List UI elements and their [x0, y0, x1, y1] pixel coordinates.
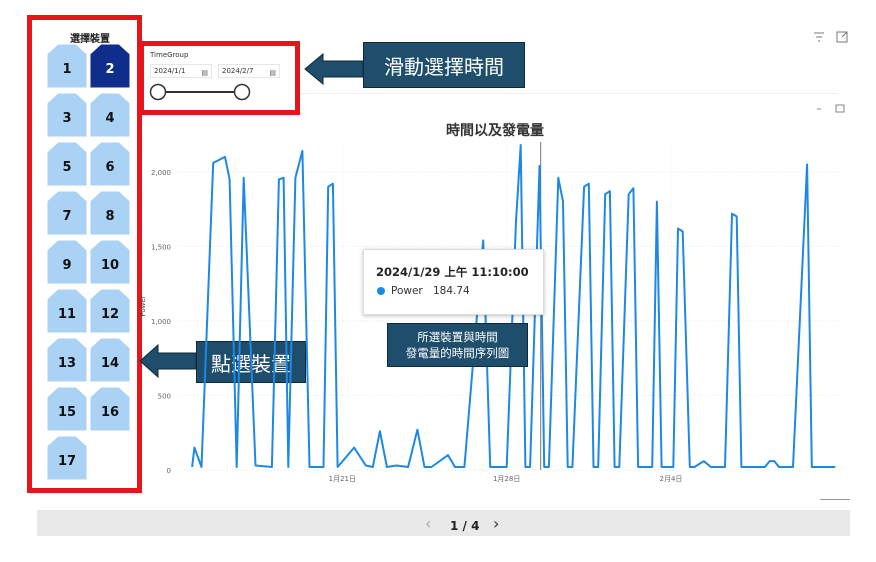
device-button-label: 6 [105, 159, 115, 175]
device-button-14[interactable]: 14 [89, 337, 131, 383]
device-button-13[interactable]: 13 [46, 337, 88, 383]
tooltip-title: 2024/1/29 上午 11:10:00 [376, 265, 529, 279]
filter-icon[interactable] [812, 30, 826, 44]
callout-slide-time: 滑動選擇時間 [363, 42, 525, 88]
callout-chart-desc-line1: 所選裝置與時間 [417, 330, 498, 344]
device-button-6[interactable]: 6 [89, 141, 131, 187]
device-button-label: 4 [105, 110, 115, 126]
device-button-12[interactable]: 12 [89, 288, 131, 334]
y-tick-label: 0 [167, 467, 171, 475]
arrow-left-icon [304, 52, 364, 86]
device-button-label: 13 [57, 355, 77, 371]
device-button-11[interactable]: 11 [46, 288, 88, 334]
device-button-label: 7 [62, 208, 72, 224]
page-indicator: 1 / 4 [450, 519, 480, 533]
y-tick-label: 2,000 [151, 169, 171, 177]
start-date-input[interactable]: 2024/1/1 ▤ [150, 64, 212, 78]
device-button-16[interactable]: 16 [89, 386, 131, 432]
timegroup-label: TimeGroup [150, 51, 189, 59]
callout-chart-desc: 所選裝置與時間 發電量的時間序列圖 [387, 323, 528, 367]
separator-line [300, 93, 838, 94]
device-button-label: 10 [100, 257, 120, 273]
device-button-15[interactable]: 15 [46, 386, 88, 432]
scroll-line [820, 499, 850, 500]
device-button-9[interactable]: 9 [46, 239, 88, 285]
series-dot-icon [377, 287, 385, 295]
next-page-button[interactable]: › [493, 514, 499, 533]
y-tick-label: 1,500 [151, 243, 171, 251]
chart-title: 時間以及發電量 [446, 123, 544, 139]
x-tick-label: 1月28日 [493, 475, 520, 483]
device-button-label: 8 [105, 208, 115, 224]
device-button-label: 1 [62, 61, 72, 77]
device-button-label: 14 [100, 355, 120, 371]
x-tick-label: 2月4日 [660, 475, 683, 483]
tooltip-value: 184.74 [433, 285, 470, 297]
device-button-17[interactable]: 17 [46, 435, 88, 481]
device-button-8[interactable]: 8 [89, 190, 131, 236]
device-button-1[interactable]: 1 [46, 43, 88, 89]
y-axis-label: Power [140, 295, 147, 316]
calendar-icon[interactable]: ▤ [269, 67, 276, 79]
device-button-label: 12 [100, 306, 120, 322]
page-navigation-bar [37, 510, 850, 536]
device-button-7[interactable]: 7 [46, 190, 88, 236]
end-date-input[interactable]: 2024/2/7 ▤ [218, 64, 280, 78]
device-button-3[interactable]: 3 [46, 92, 88, 138]
x-tick-label: 1月21日 [329, 475, 356, 483]
focus-mode-icon[interactable] [835, 30, 849, 44]
start-date-value: 2024/1/1 [154, 67, 186, 75]
device-button-label: 11 [57, 306, 77, 322]
device-button-10[interactable]: 10 [89, 239, 131, 285]
device-button-label: 17 [57, 453, 77, 469]
device-button-label: 15 [57, 404, 77, 420]
device-button-label: 9 [62, 257, 72, 273]
slider-end-handle[interactable] [233, 83, 251, 101]
calendar-icon[interactable]: ▤ [201, 67, 208, 79]
device-button-label: 2 [105, 61, 115, 77]
end-date-value: 2024/2/7 [222, 67, 254, 75]
prev-page-button[interactable]: ‹ [425, 514, 431, 533]
device-button-label: 16 [100, 404, 120, 420]
callout-slide-time-text: 滑動選擇時間 [384, 54, 504, 79]
y-tick-label: 1,000 [151, 318, 171, 326]
chart-tooltip: 2024/1/29 上午 11:10:00 Power 184.74 [363, 249, 544, 315]
device-button-5[interactable]: 5 [46, 141, 88, 187]
slider-start-handle[interactable] [149, 83, 167, 101]
y-tick-label: 500 [158, 392, 171, 400]
device-button-2[interactable]: 2 [89, 43, 131, 89]
chart-header-icons[interactable] [814, 103, 850, 115]
tooltip-series: Power [391, 285, 423, 297]
range-slider[interactable] [145, 82, 255, 102]
device-button-4[interactable]: 4 [89, 92, 131, 138]
callout-chart-desc-line2: 發電量的時間序列圖 [405, 346, 510, 360]
device-button-label: 3 [62, 110, 72, 126]
device-button-label: 5 [62, 159, 72, 175]
